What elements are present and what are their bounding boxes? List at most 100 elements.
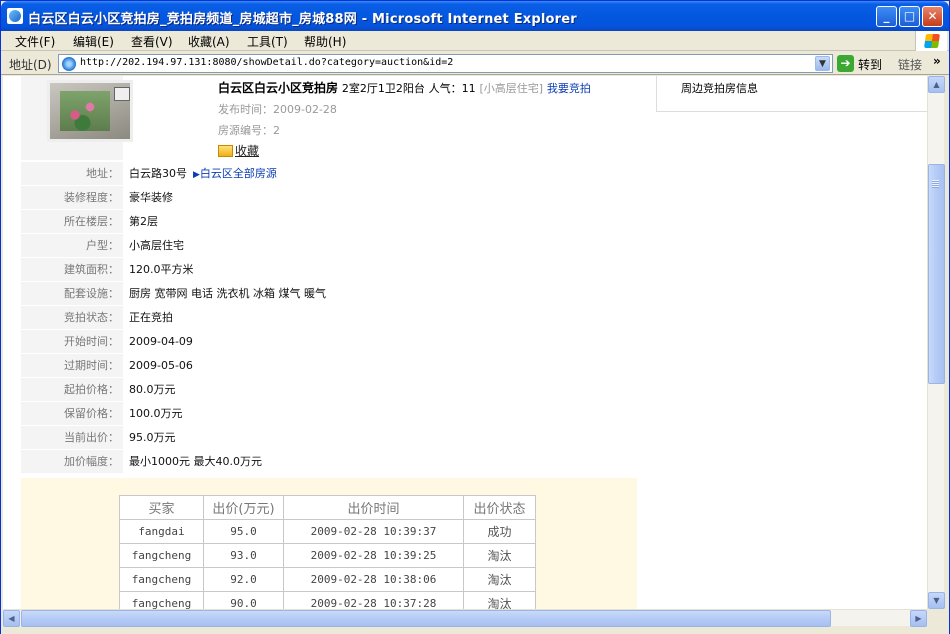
detail-row: 当前出价： 95.0万元: [21, 426, 637, 450]
table-row: fangcheng 92.0 2009-02-28 10:38:06 淘汰: [119, 567, 536, 592]
district-listings-link[interactable]: 白云区全部房源: [200, 167, 277, 180]
favorite-label[interactable]: 收藏: [235, 144, 259, 158]
detail-label: 加价幅度：: [21, 450, 123, 473]
house-thumbnail[interactable]: [47, 80, 133, 142]
scroll-up-button[interactable]: ▲: [928, 76, 945, 93]
listing-type: [小高层住宅]: [479, 82, 544, 95]
detail-row: 户型： 小高层住宅: [21, 234, 637, 258]
table-row: fangdai 95.0 2009-02-28 10:39:37 成功: [119, 519, 536, 544]
scroll-right-button[interactable]: ▶: [910, 610, 927, 627]
detail-value: 白云路30号 ▶白云区全部房源: [129, 162, 277, 185]
source-number: 房源编号：2: [218, 124, 280, 137]
address-input[interactable]: http://202.194.97.131:8080/showDetail.do…: [58, 54, 833, 73]
time-cell: 2009-02-28 10:38:06: [283, 567, 464, 592]
links-more-button[interactable]: »: [933, 54, 941, 68]
buyer-cell: fangcheng: [119, 543, 204, 568]
time-cell: 2009-02-28 10:37:28: [283, 591, 464, 609]
bid-history-table: 买家 出价(万元) 出价时间 出价状态 fangdai 95.0 2009-02-2…: [119, 495, 536, 609]
green-arrow-icon[interactable]: ➔: [837, 55, 854, 72]
browser-window: 白云区白云小区竞拍房_竞拍房频道_房城超市_房城88网 - Microsoft …: [0, 0, 950, 634]
favorite-link[interactable]: 收藏: [218, 142, 259, 159]
scroll-grip: [932, 180, 939, 188]
detail-label: 保留价格：: [21, 402, 123, 425]
detail-label: 户型：: [21, 234, 123, 257]
bid-history-body: fangdai 95.0 2009-02-28 10:39:37 成功 fangchen…: [119, 519, 536, 609]
detail-value-text: 厨房 宽带网 电话 洗衣机 冰箱 煤气 暖气: [129, 287, 326, 300]
detail-value-text: 95.0万元: [129, 431, 176, 444]
title-bar[interactable]: 白云区白云小区竞拍房_竞拍房频道_房城超市_房城88网 - Microsoft …: [1, 1, 949, 31]
listing-popularity: 人气：11: [428, 82, 476, 95]
horizontal-scrollbar[interactable]: ◀ ▶: [3, 609, 927, 627]
detail-row: 起拍价格： 80.0万元: [21, 378, 637, 402]
go-button[interactable]: 转到: [858, 56, 882, 73]
menu-bar: 文件(F) 编辑(E) 查看(V) 收藏(A) 工具(T) 帮助(H): [1, 31, 949, 51]
detail-value-text: 小高层住宅: [129, 239, 184, 252]
bid-link[interactable]: 我要竞拍: [547, 82, 591, 95]
menu-file[interactable]: 文件(F): [15, 33, 55, 50]
detail-value: 120.0平方米: [129, 258, 194, 281]
ie-icon: [7, 8, 23, 24]
detail-label: 装修程度：: [21, 186, 123, 209]
detail-value-text: 2009-05-06: [129, 359, 193, 372]
price-cell: 93.0: [203, 543, 284, 568]
detail-value: 豪华装修: [129, 186, 173, 209]
detail-row: 过期时间： 2009-05-06: [21, 354, 637, 378]
scroll-corner: [927, 609, 944, 626]
address-url[interactable]: http://202.194.97.131:8080/showDetail.do…: [80, 57, 453, 68]
listing-rooms: 2室2厅1卫2阳台: [341, 82, 425, 95]
detail-value-text: 第2层: [129, 215, 158, 228]
menu-view[interactable]: 查看(V): [131, 33, 173, 50]
detail-row: 竞拍状态： 正在竞拍: [21, 306, 637, 330]
scroll-left-button[interactable]: ◀: [3, 610, 20, 627]
address-bar: 地址(D) http://202.194.97.131:8080/showDet…: [1, 52, 949, 75]
buyer-cell: fangcheng: [119, 591, 204, 609]
column-price: 出价(万元): [203, 495, 284, 520]
scroll-thumb[interactable]: [928, 164, 945, 384]
buyer-cell: fangcheng: [119, 567, 204, 592]
column-status: 出价状态: [463, 495, 536, 520]
detail-row: 装修程度： 豪华装修: [21, 186, 637, 210]
menu-edit[interactable]: 编辑(E): [73, 33, 114, 50]
detail-list: 地址： 白云路30号 ▶白云区全部房源 装修程度： 豪华装修 所在楼层： 第2层 户型： 小高层…: [21, 162, 637, 474]
detail-value-text: 白云路30号: [129, 167, 187, 180]
detail-label: 配套设施：: [21, 282, 123, 305]
window-title: 白云区白云小区竞拍房_竞拍房频道_房城超市_房城88网 - Microsoft …: [28, 12, 577, 27]
menu-favorites[interactable]: 收藏(A): [188, 33, 230, 50]
detail-value-text: 正在竞拍: [129, 311, 173, 324]
detail-row: 配套设施： 厨房 宽带网 电话 洗衣机 冰箱 煤气 暖气: [21, 282, 637, 306]
status-cell: 淘汰: [463, 591, 536, 609]
chevron-down-icon[interactable]: ▼: [815, 56, 830, 71]
detail-label: 所在楼层：: [21, 210, 123, 233]
folder-star-icon: [218, 145, 233, 157]
detail-row: 所在楼层： 第2层: [21, 210, 637, 234]
menu-help[interactable]: 帮助(H): [304, 33, 346, 50]
windows-flag-icon: [915, 31, 947, 51]
detail-label: 开始时间：: [21, 330, 123, 353]
detail-row: 建筑面积： 120.0平方米: [21, 258, 637, 282]
nearby-auctions-panel: 周边竞拍房信息: [656, 76, 927, 112]
detail-label: 过期时间：: [21, 354, 123, 377]
minimize-button[interactable]: _: [876, 6, 897, 27]
price-cell: 90.0: [203, 591, 284, 609]
horizontal-scroll-thumb[interactable]: [21, 610, 831, 627]
detail-value-text: 80.0万元: [129, 383, 176, 396]
vertical-scrollbar[interactable]: ▲ ▼: [927, 76, 945, 609]
status-bar: [1, 627, 949, 634]
detail-label: 竞拍状态：: [21, 306, 123, 329]
listing-title: 白云区白云小区竞拍房: [218, 81, 339, 95]
bid-history-panel: 买家 出价(万元) 出价时间 出价状态 fangdai 95.0 2009-02-2…: [21, 478, 637, 609]
status-cell: 成功: [463, 519, 536, 544]
links-label[interactable]: 链接: [898, 56, 922, 73]
detail-value: 2009-05-06: [129, 354, 193, 377]
close-button[interactable]: ✕: [922, 6, 943, 27]
scroll-down-button[interactable]: ▼: [928, 592, 945, 609]
status-cell: 淘汰: [463, 567, 536, 592]
detail-label: 当前出价：: [21, 426, 123, 449]
status-cell: 淘汰: [463, 543, 536, 568]
thumbnail-cell: [21, 76, 133, 160]
menu-tools[interactable]: 工具(T): [247, 33, 288, 50]
triangle-right-icon: ▶: [193, 170, 200, 180]
detail-row: 加价幅度： 最小1000元 最大40.0万元: [21, 450, 637, 474]
price-cell: 95.0: [203, 519, 284, 544]
maximize-button[interactable]: □: [899, 6, 920, 27]
